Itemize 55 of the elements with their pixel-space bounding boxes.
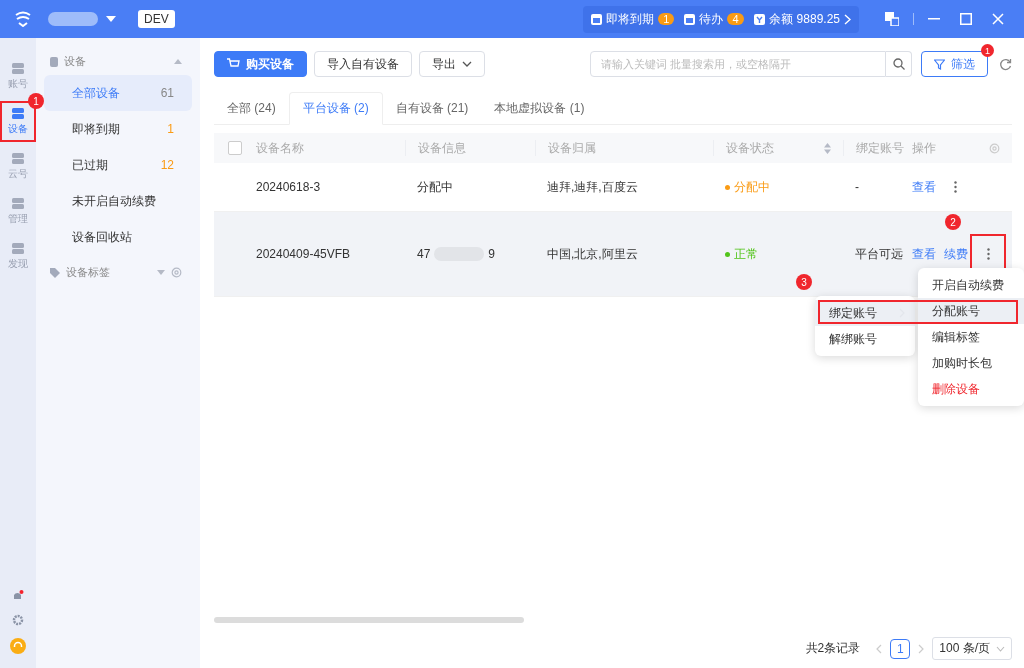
table-cell: 平台可远 (855, 245, 903, 263)
action-link[interactable]: 查看 (912, 245, 936, 263)
status-text: 分配中 (734, 178, 770, 196)
tab[interactable]: 自有设备 (21) (382, 92, 482, 124)
column-header: 设备信息 (418, 139, 466, 157)
sidebar-item[interactable]: 未开启自动续费 (44, 183, 192, 219)
menu-item[interactable]: 解绑账号 (815, 326, 915, 352)
count-badge: 1 (658, 13, 675, 25)
table-cell: - (855, 180, 859, 194)
table-cell: 中国,北京,阿里云 (547, 245, 638, 263)
sidebar-item[interactable]: 已过期 12 (44, 147, 192, 183)
table-cell: 20240409-45VFB (256, 247, 351, 261)
tab[interactable]: 平台设备 (2) (288, 92, 383, 125)
table-cell: 分配中 (417, 178, 453, 196)
balance-value[interactable]: 9889.25 (796, 12, 840, 26)
reminder-label[interactable]: 待办 (699, 10, 724, 28)
notification-badge: 1 (981, 44, 994, 57)
balance-label: 余额 (768, 10, 793, 28)
sidebar-item[interactable]: 即将到期 1 (44, 111, 192, 147)
toolbar-button[interactable]: 导出 (419, 51, 485, 77)
toolbar-button[interactable]: 导入自有设备 (314, 51, 412, 77)
page-button[interactable]: 1 (890, 638, 911, 659)
group-title[interactable]: 设备标签 (66, 265, 110, 280)
toolbar-button[interactable]: 购买设备 (214, 51, 307, 77)
column-header: 设备归属 (548, 139, 596, 157)
table-cell: 20240618-3 (256, 180, 321, 194)
menu-item[interactable]: 编辑标签 (918, 324, 1024, 350)
environment-badge: DEV (138, 10, 175, 28)
sidebar-item[interactable]: 设备回收站 (44, 219, 192, 255)
tab[interactable]: 本地虚拟设备 (1) (481, 92, 598, 124)
rail-item[interactable]: 账号 (2, 58, 34, 95)
column-header: 操作 (912, 139, 936, 157)
step-badge: 1 (28, 93, 44, 109)
table-cell: 迪拜,迪拜,百度云 (547, 178, 638, 196)
column-header: 设备名称 (256, 139, 304, 157)
rail-item[interactable]: 云号 (2, 148, 34, 185)
record-count: 共2条记录 (805, 640, 861, 657)
status-text: 正常 (734, 245, 758, 263)
group-title[interactable]: 设备 (64, 54, 86, 69)
column-header: 绑定账号 (856, 139, 904, 157)
table-cell: 9 (488, 247, 496, 261)
page-size-select[interactable]: 100 条/页 (932, 637, 1012, 660)
action-link[interactable]: 续费 (944, 245, 968, 263)
column-header: 设备状态 (726, 139, 774, 157)
search-field[interactable]: 请输入关键词 批量搜索用，或空格隔开 (590, 51, 886, 77)
action-link[interactable]: 查看 (912, 178, 936, 196)
menu-item[interactable]: 删除设备 (918, 376, 1024, 402)
rail-item[interactable]: 管理 (2, 193, 34, 230)
rail-item[interactable]: 发现 (2, 238, 34, 275)
tab[interactable]: 全部 (24) (214, 92, 289, 124)
reminder-label[interactable]: 即将到期 (606, 10, 655, 28)
menu-item[interactable]: 加购时长包 (918, 350, 1024, 376)
sidebar-item[interactable]: 全部设备 61 (44, 75, 192, 111)
table-cell: 47 (417, 247, 431, 261)
count-badge: 4 (727, 13, 744, 25)
